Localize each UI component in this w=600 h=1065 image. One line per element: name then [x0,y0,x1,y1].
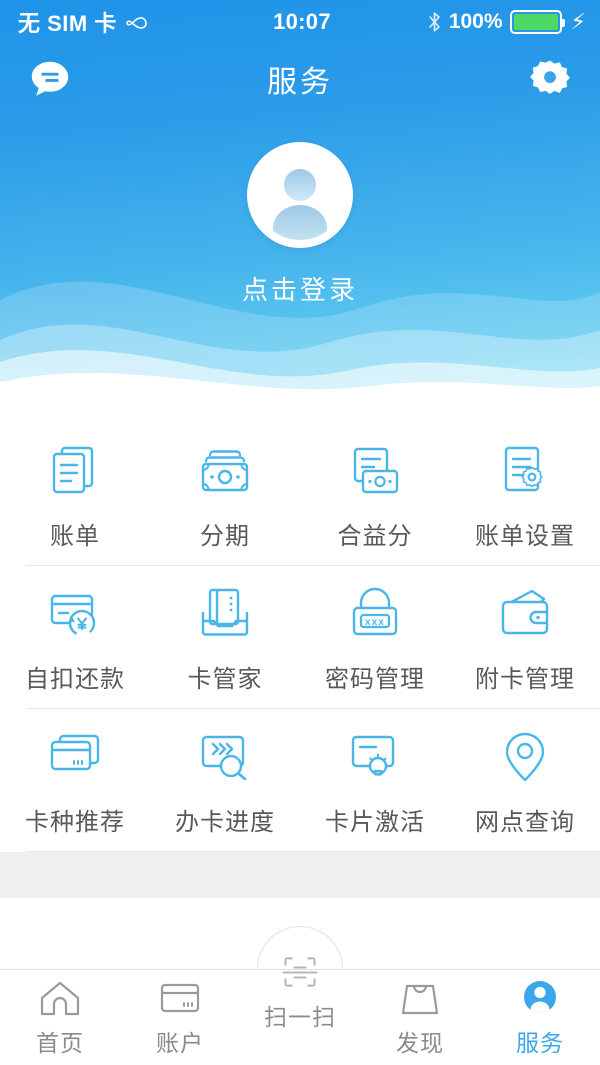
carrier-label: 无 SIM 卡 [18,11,117,36]
tab-label: 服务 [516,1030,564,1056]
padlock-password-icon: xxx [352,587,398,636]
svg-text:xxx: xxx [365,617,385,628]
clock-label: 10:07 [273,9,331,34]
wallet-icon [501,589,549,635]
tab-home[interactable]: 首页 [0,970,120,1058]
bluetooth-icon [429,12,440,32]
profile-block[interactable]: 点击登录 [0,142,600,307]
gear-icon[interactable] [526,55,574,103]
service-item-bill[interactable]: 账单 [0,440,150,551]
chat-bubble-icon[interactable] [26,55,74,103]
tab-label: 首页 [36,1030,84,1056]
service-item-label: 卡种推荐 [25,809,125,836]
scan-qr-icon [282,957,318,987]
page-title: 服务 [267,66,333,99]
service-grid: 账单 分期 合益分 账单设置 自扣还款 卡管家 xxx 密码管理 附卡管理 卡种… [0,400,600,852]
shopping-bag-icon [401,984,439,1015]
home-icon [40,981,80,1016]
service-item-label: 账单 [50,523,100,550]
service-item-label: 自扣还款 [25,666,125,693]
header-hero: 无 SIM 卡 10:07 100% ⚡ 服务 点击登录 [0,0,600,400]
service-item-label: 密码管理 [325,666,425,693]
status-bar: 无 SIM 卡 10:07 100% ⚡ [0,0,600,44]
service-item-card-recommend[interactable]: 卡种推荐 [0,726,150,837]
user-circle-icon [524,981,556,1013]
location-pin-icon [505,732,545,782]
grid-row: 账单 分期 合益分 账单设置 [0,422,600,565]
bill-money-icon [353,447,399,494]
status-bar-right: 100% ⚡ [331,9,586,35]
service-item-label: 账单设置 [475,523,575,550]
card-stack-icon [50,734,100,771]
tab-account[interactable]: 账户 [120,970,240,1058]
battery-percent-label: 100% [448,10,503,33]
service-item-label: 合益分 [337,523,413,550]
service-item-installment[interactable]: 分期 [150,440,300,551]
tab-discover[interactable]: 发现 [360,970,480,1058]
service-item-branch-search[interactable]: 网点查询 [450,726,600,837]
service-item-auto-repay[interactable]: 自扣还款 [0,583,150,694]
tab-label: 账户 [156,1030,204,1056]
service-item-label: 分期 [200,523,250,550]
service-item-label: 办卡进度 [175,809,275,836]
page-background-filler [0,852,600,898]
grid-row: 卡种推荐 办卡进度 卡片激活 网点查询 [0,708,600,851]
service-item-label: 卡管家 [187,666,263,693]
service-item-card-progress[interactable]: 办卡进度 [150,726,300,837]
card-lightbulb-icon [351,735,395,776]
status-bar-left: 无 SIM 卡 [18,6,273,38]
grid-row: 自扣还款 卡管家 xxx 密码管理 附卡管理 [0,565,600,708]
bottom-tab-bar: 首页 账户 扫一扫 发现 服务 [0,957,600,1065]
service-item-card-activate[interactable]: 卡片激活 [300,726,450,837]
battery-icon [509,10,565,34]
lightning-bolt-icon: ⚡ [570,9,586,34]
tab-label: 发现 [396,1030,444,1056]
nav-bar: 服务 [0,44,600,114]
avatar[interactable] [247,142,353,248]
battery-fill [513,14,558,30]
tab-label: 扫一扫 [264,1004,336,1030]
loop-icon [126,17,147,29]
tab-scan[interactable]: 扫一扫 [240,957,360,1032]
document-stack-icon [52,446,94,494]
credit-card-icon [160,983,200,1013]
service-item-bill-settings[interactable]: 账单设置 [450,440,600,551]
card-search-icon [201,735,247,781]
service-item-label: 卡片激活 [325,809,425,836]
service-item-label: 附卡管理 [475,666,575,693]
tab-service[interactable]: 服务 [480,970,600,1058]
document-gear-icon [504,446,543,492]
service-item-password[interactable]: xxx 密码管理 [300,583,450,694]
card-yen-refresh-icon [50,594,96,637]
service-item-heyifen[interactable]: 合益分 [300,440,450,551]
card-folder-icon [201,588,249,636]
service-item-card-butler[interactable]: 卡管家 [150,583,300,694]
login-label[interactable]: 点击登录 [242,270,358,307]
service-item-supplementary-card[interactable]: 附卡管理 [450,583,600,694]
banknote-stack-icon [201,450,249,492]
service-item-label: 网点查询 [475,809,575,836]
